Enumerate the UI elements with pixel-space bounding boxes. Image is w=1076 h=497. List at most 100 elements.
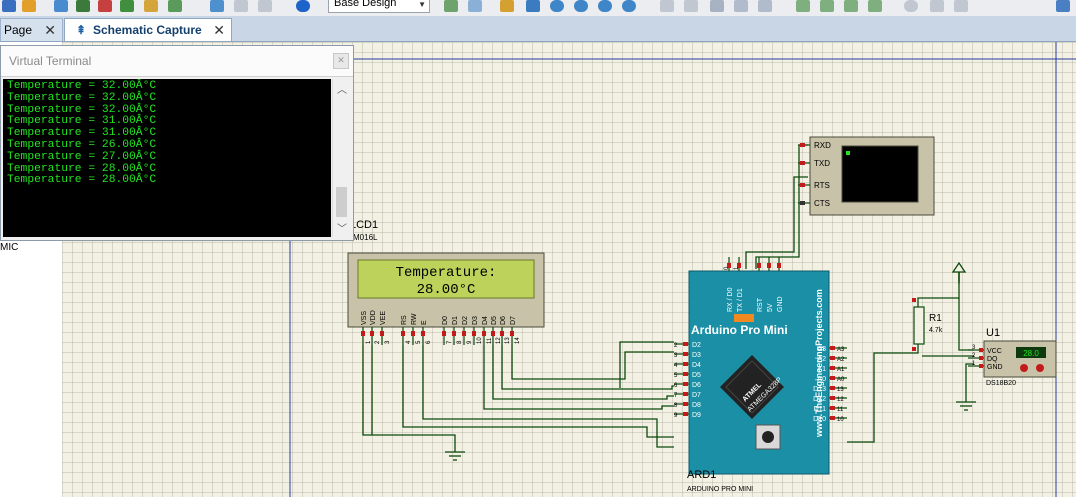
redo-icon[interactable] (684, 0, 698, 12)
lcd-pin-marker (510, 331, 514, 336)
arduino-left-pin-label: D5 (692, 372, 701, 379)
arduino-left-pin-label: D6 (692, 382, 701, 389)
zoom-in-icon[interactable] (550, 0, 564, 12)
lcd-pin-marker (370, 331, 374, 336)
scrollbar-thumb[interactable] (336, 187, 347, 217)
print-preview-icon[interactable] (258, 0, 272, 12)
grid-icon[interactable] (54, 0, 68, 12)
pan-icon[interactable] (500, 0, 514, 12)
lcd-pin-marker (472, 331, 476, 336)
arduino-right-pin-label: A0 (817, 376, 826, 383)
property-icon[interactable] (954, 0, 968, 12)
arduino-left-pin-label: D7 (692, 392, 701, 399)
arduino-right-pin-marker (830, 346, 835, 350)
new-sheet-icon[interactable] (2, 0, 16, 12)
virtual-terminal-titlebar[interactable]: Virtual Terminal ✕ (1, 46, 353, 77)
arduino-top-pin-marker (777, 263, 781, 268)
lcd-pin-marker (421, 331, 425, 336)
arduino-left-pin-label: D8 (692, 402, 701, 409)
block-move-icon[interactable] (820, 0, 834, 12)
netlist-icon[interactable] (1056, 0, 1070, 12)
close-icon[interactable]: ✕ (213, 19, 225, 41)
lcd-pin-marker (482, 331, 486, 336)
terminal-line-list: Temperature = 32.00Â°C Temperature = 32.0… (3, 79, 331, 187)
arduino-right-pin-marker (830, 366, 835, 370)
lcd-pin-label: D1 (452, 316, 459, 325)
lcd-pin-marker (500, 331, 504, 336)
tab-schematic-capture[interactable]: ⇞ Schematic Capture ✕ (64, 18, 232, 41)
lcd-pin-number: 10 (477, 337, 483, 344)
sensor-pin-marker (979, 364, 983, 368)
search-icon[interactable] (904, 0, 918, 12)
arrow-icon[interactable] (98, 0, 112, 12)
help-icon[interactable] (296, 0, 310, 12)
lcd-pin-label: D0 (442, 316, 449, 325)
terminal-pin-label: TXD (814, 159, 830, 168)
design-variant-select[interactable]: Base Design ▼ (328, 0, 430, 13)
cut-icon[interactable] (710, 0, 724, 12)
close-icon[interactable]: ✕ (44, 19, 56, 41)
save-icon[interactable] (120, 0, 134, 12)
open-icon[interactable] (22, 0, 36, 12)
sensor-part-label: DS18B20 (986, 380, 1016, 387)
wire-autorouter-icon[interactable] (930, 0, 944, 12)
grid-toggle-icon[interactable] (444, 0, 458, 12)
terminal-pin-marker (800, 161, 805, 165)
block-delete-icon[interactable] (868, 0, 882, 12)
tab-page[interactable]: Page ✕ (0, 18, 63, 41)
zoom-area-icon[interactable] (622, 0, 636, 12)
print-icon[interactable] (144, 0, 158, 12)
lcd-pin-label: E (421, 320, 428, 325)
terminal-pin-label: RTS (814, 181, 830, 190)
arduino-right-pin-number: A0 (837, 377, 845, 383)
virtual-terminal-window[interactable]: Virtual Terminal ✕ Temperature = 32.00Â°… (0, 45, 354, 241)
lcd-pin-label: D6 (500, 316, 507, 325)
undo-icon[interactable] (660, 0, 674, 12)
design-icon[interactable] (234, 0, 248, 12)
terminal-scrollbar[interactable]: ︿ ﹀ (332, 79, 351, 237)
lcd-pin-number: 6 (426, 340, 432, 344)
arduino-right-pin-label: D13 (813, 386, 826, 393)
document-tab-bar: Page ✕ ⇞ Schematic Capture ✕ (0, 16, 1076, 42)
arduino-left-pin-label: D4 (692, 362, 701, 369)
lcd-pin-label: D7 (510, 316, 517, 325)
resistor-pin-marker (912, 298, 916, 302)
power-symbol (951, 261, 967, 284)
chevron-down-icon[interactable]: ﹀ (337, 220, 347, 235)
arduino-right-pin-marker (830, 416, 835, 420)
lcd-pin-label: RS (401, 315, 408, 325)
pan-hand-icon[interactable] (526, 0, 540, 12)
image-icon[interactable] (210, 0, 224, 12)
paste-icon[interactable] (758, 0, 772, 12)
sensor-button-up[interactable] (1036, 364, 1044, 372)
sensor-reading: 28.0 (1023, 349, 1039, 358)
resistor-ref-label: R1 (929, 313, 942, 324)
sensor-pin-label: VCC (987, 348, 1002, 355)
arduino-left-pin-marker (683, 342, 688, 346)
lcd-pin-label: RW (411, 313, 418, 325)
panel-label-fragment: MIC (0, 242, 19, 253)
component-icon[interactable] (76, 0, 90, 12)
sensor-pin-label: GND (987, 364, 1003, 371)
arduino-left-pin-marker (683, 382, 688, 386)
lcd-pin-number: 7 (447, 340, 453, 344)
virtual-terminal-output[interactable]: Temperature = 32.00Â°C Temperature = 32.0… (3, 79, 331, 237)
block-rotate-icon[interactable] (844, 0, 858, 12)
sensor-button-down[interactable] (1020, 364, 1028, 372)
lcd-pin-label: VDD (370, 310, 377, 325)
area-icon[interactable] (168, 0, 182, 12)
arduino-top-pin-label: RST (757, 297, 764, 312)
virtual-terminal-title: Virtual Terminal (9, 54, 92, 68)
origin-icon[interactable] (468, 0, 482, 12)
copy-icon[interactable] (734, 0, 748, 12)
zoom-all-icon[interactable] (598, 0, 612, 12)
arduino-top-pin-marker (767, 263, 771, 268)
lcd-pin-label: D4 (482, 316, 489, 325)
chevron-up-icon[interactable]: ︿ (337, 81, 347, 96)
chevron-down-icon: ▼ (418, 0, 426, 9)
block-copy-icon[interactable] (796, 0, 810, 12)
arduino-left-pin-marker (683, 352, 688, 356)
zoom-out-icon[interactable] (574, 0, 588, 12)
close-icon[interactable]: ✕ (333, 53, 349, 69)
terminal-line: Temperature = 26.00Â°C (7, 138, 157, 151)
